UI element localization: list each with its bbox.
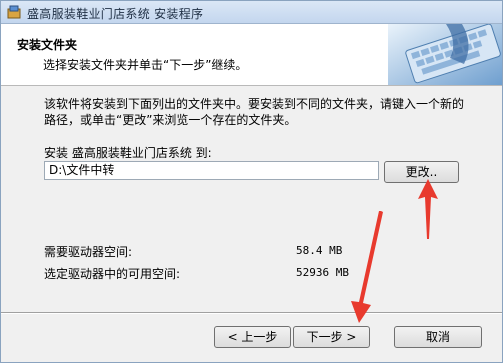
description-text: 该软件将安装到下面列出的文件夹中。要安装到不同的文件夹，请键入一个新的路径，或单… [44,97,465,127]
footer-divider [1,312,502,314]
keyboard-image [388,24,502,85]
header-panel: 安装文件夹 选择安装文件夹并单击“下一步”继续。 [1,24,502,86]
next-button[interactable]: 下一步 > [293,326,370,348]
back-button[interactable]: < 上一步 [214,326,291,348]
annotation-arrow-up-icon [418,179,438,239]
annotation-arrow-down-icon [351,211,383,323]
available-space-label: 选定驱动器中的可用空间: [44,267,181,281]
header-title: 安装文件夹 [17,38,78,52]
installer-icon [7,5,21,19]
installer-window: 盛高服装鞋业门店系统 安装程序 安装文件夹 选择安装文件夹并单击“下一步”继续。 [0,0,503,363]
install-location-label: 安装 盛高服装鞋业门店系统 到: [44,146,212,160]
required-space-value: 58.4 MB [296,244,343,257]
title-bar[interactable]: 盛高服装鞋业门店系统 安装程序 [1,1,502,24]
required-space-label: 需要驱动器空间: [44,245,133,259]
window-title: 盛高服装鞋业门店系统 安装程序 [27,7,204,21]
header-subtitle: 选择安装文件夹并单击“下一步”继续。 [43,58,248,72]
cancel-button[interactable]: 取消 [394,326,482,348]
install-path-field[interactable]: D:\文件中转 [44,161,379,180]
